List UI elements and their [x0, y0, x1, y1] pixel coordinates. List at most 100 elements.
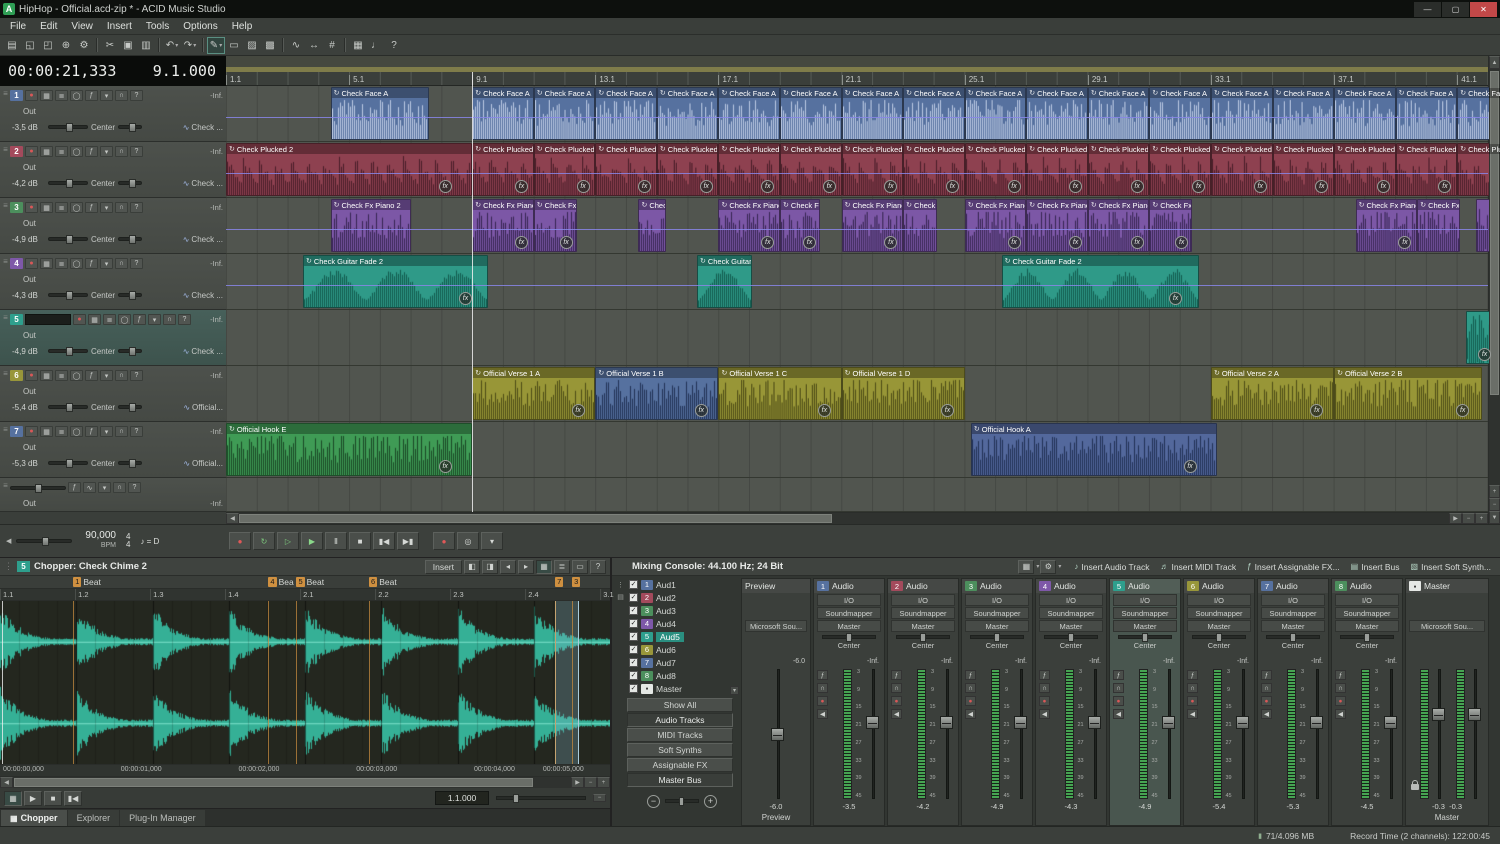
audio-clip[interactable]: ↻Check Plucked 2fx: [472, 143, 534, 196]
channel-mute-icon[interactable]: ◀: [1113, 709, 1124, 719]
track-zoom-out-icon[interactable]: −: [1489, 498, 1500, 511]
checkbox-checked-icon[interactable]: ✓: [629, 684, 638, 693]
track-drag-handle[interactable]: ≡: [1, 255, 10, 309]
channel-phones-icon[interactable]: ∩: [1039, 683, 1050, 693]
track-drag-handle[interactable]: ≡: [1, 143, 10, 197]
track-phrase-icon[interactable]: ▦: [40, 426, 53, 437]
track-list-icon[interactable]: ≣: [55, 258, 68, 269]
audio-clip[interactable]: ↻Check Face A: [657, 87, 719, 140]
track-bus-button[interactable]: ∿Check ...: [183, 347, 223, 356]
audio-clip[interactable]: ↻Check Face A: [903, 87, 965, 140]
device-button[interactable]: Soundmapper: [1039, 607, 1103, 619]
channel-mute-icon[interactable]: ◀: [1261, 709, 1272, 719]
paste-button[interactable]: ▥: [137, 37, 155, 54]
fx-badge[interactable]: fx: [439, 460, 452, 473]
fx-badge[interactable]: fx: [823, 180, 836, 193]
mute-icon[interactable]: ◯: [70, 426, 83, 437]
fx-dropdown-icon[interactable]: ▾: [100, 426, 113, 437]
track-bus-button[interactable]: ∿Official...: [183, 403, 223, 412]
cut-button[interactable]: ✂: [101, 37, 119, 54]
audio-clip[interactable]: ↻Check Fx Piano 2fx: [780, 199, 820, 252]
channel-fx-icon[interactable]: ƒ: [1113, 670, 1124, 680]
insert-soft-synth-button[interactable]: ▧Insert Soft Synth...: [1406, 559, 1496, 574]
phones-icon[interactable]: ∩: [115, 90, 128, 101]
audio-clip[interactable]: ↻Check Face A: [842, 87, 904, 140]
audio-clip[interactable]: ↻Official Verse 1 Cfx: [718, 367, 841, 420]
track-phrase-icon[interactable]: ▦: [40, 202, 53, 213]
channel-fx-icon[interactable]: ƒ: [1261, 670, 1272, 680]
preview-strip[interactable]: Preview--Microsoft Sou...-6.0-6.0Preview: [741, 578, 811, 826]
fader-handle[interactable]: [1432, 708, 1445, 721]
channel-mute-icon[interactable]: ◀: [817, 709, 828, 719]
fx-badge[interactable]: fx: [560, 236, 573, 249]
track-fx-icon[interactable]: ƒ: [85, 370, 98, 381]
scroll-left-icon[interactable]: ◀: [0, 777, 13, 788]
mixer-channel-2[interactable]: 2AudioI/OSoundmapperMasterCenter-Inf.ƒ∩●…: [887, 578, 959, 826]
fx-dropdown-icon[interactable]: ▾: [100, 90, 113, 101]
filter-soft-synths[interactable]: Soft Synths: [627, 743, 733, 757]
publish-button[interactable]: ⊕: [57, 37, 75, 54]
chopper-marker[interactable]: 6Beat: [369, 577, 397, 587]
track-help-icon[interactable]: ?: [130, 90, 143, 101]
track-pan-slider[interactable]: [118, 181, 142, 185]
play-from-start-button[interactable]: ▷: [277, 532, 299, 550]
fx-dropdown-icon[interactable]: ▾: [100, 146, 113, 157]
stop-button[interactable]: ■: [349, 532, 371, 550]
audio-clip[interactable]: ↻Check Guitar Fade 2fx: [303, 255, 488, 308]
fx-badge[interactable]: fx: [1008, 236, 1021, 249]
audio-clip[interactable]: ↻Check Face A: [595, 87, 657, 140]
track-pan-slider[interactable]: [118, 125, 142, 129]
audio-clip[interactable]: ↻Check Face A: [472, 87, 534, 140]
channel-fx-icon[interactable]: ƒ: [817, 670, 828, 680]
track-fx-icon[interactable]: ƒ: [68, 482, 81, 493]
audio-clip[interactable]: ↻Check Face A: [1396, 87, 1458, 140]
fx-badge[interactable]: fx: [515, 236, 528, 249]
slider-knob[interactable]: [1290, 633, 1296, 642]
slider-knob[interactable]: [66, 347, 73, 356]
erase-tool-button[interactable]: ▩: [261, 37, 279, 54]
track-header-1[interactable]: ≡1●▦≣◯ƒ▾∩?-Inf.Out-3,5 dBCenter∿Check ..…: [0, 86, 226, 142]
snapping-button[interactable]: #: [323, 37, 341, 54]
track-drag-handle[interactable]: ≡: [1, 479, 10, 511]
io-button[interactable]: I/O: [1261, 594, 1325, 606]
fader-handle[interactable]: [771, 728, 784, 741]
track-lane-7[interactable]: ↻Official Hook Efx↻Official Hook Afx: [226, 422, 1488, 478]
fx-dropdown-icon[interactable]: ▾: [100, 202, 113, 213]
audio-clip[interactable]: ↻Check Face A: [1026, 87, 1088, 140]
chopper-play-button[interactable]: ▶: [24, 791, 42, 806]
channel-fader[interactable]: [1162, 669, 1176, 799]
track-bus-button[interactable]: ∿Check ...: [183, 179, 223, 188]
channel-record-arm-icon[interactable]: ●: [1187, 696, 1198, 706]
checkbox-checked-icon[interactable]: ✓: [629, 593, 638, 602]
mixer-props-icon[interactable]: ▤: [617, 593, 624, 601]
checkbox-checked-icon[interactable]: ✓: [629, 632, 638, 641]
mixer-channel-5[interactable]: 5AudioI/OSoundmapperMasterCenter-Inf.ƒ∩●…: [1109, 578, 1181, 826]
scroll-track[interactable]: [239, 513, 1449, 524]
slider-knob[interactable]: [66, 403, 73, 412]
playback-rate-slider[interactable]: [16, 539, 72, 543]
fader-handle[interactable]: [1162, 716, 1175, 729]
mixer-zoom-slider[interactable]: [665, 799, 699, 803]
checkbox-checked-icon[interactable]: ✓: [629, 671, 638, 680]
mixer-list-aud6[interactable]: ✓6Aud6: [627, 643, 735, 656]
chopper-zoom-slider[interactable]: [496, 796, 586, 800]
audio-clip[interactable]: ↻Check Fx Piano 2: [903, 199, 937, 252]
channel-mute-icon[interactable]: ◀: [891, 709, 902, 719]
record-options-button[interactable]: ●: [433, 532, 455, 550]
audio-clip[interactable]: ↻Check Plucked 2fx: [718, 143, 780, 196]
audio-clip[interactable]: ↻Check Fx Piano 2fx: [842, 199, 904, 252]
link-arrange-button[interactable]: ≣: [554, 560, 570, 574]
fader-handle[interactable]: [1310, 716, 1323, 729]
fader-handle[interactable]: [940, 716, 953, 729]
chopper-waveform[interactable]: [0, 601, 610, 764]
slider-knob[interactable]: [129, 235, 136, 244]
channel-fader[interactable]: [1310, 669, 1324, 799]
slider-knob[interactable]: [846, 633, 852, 642]
pan-slider[interactable]: [1340, 635, 1394, 639]
audio-clip[interactable]: ↻Check Plucked 2fx: [1334, 143, 1396, 196]
track-header-2[interactable]: ≡2●▦≣◯ƒ▾∩?-Inf.Out-4,2 dBCenter∿Check ..…: [0, 142, 226, 198]
fader-handle[interactable]: [1014, 716, 1027, 729]
zoom-selection-button[interactable]: ▭: [572, 560, 588, 574]
fader-handle[interactable]: [1468, 708, 1481, 721]
slider-knob[interactable]: [66, 459, 73, 468]
